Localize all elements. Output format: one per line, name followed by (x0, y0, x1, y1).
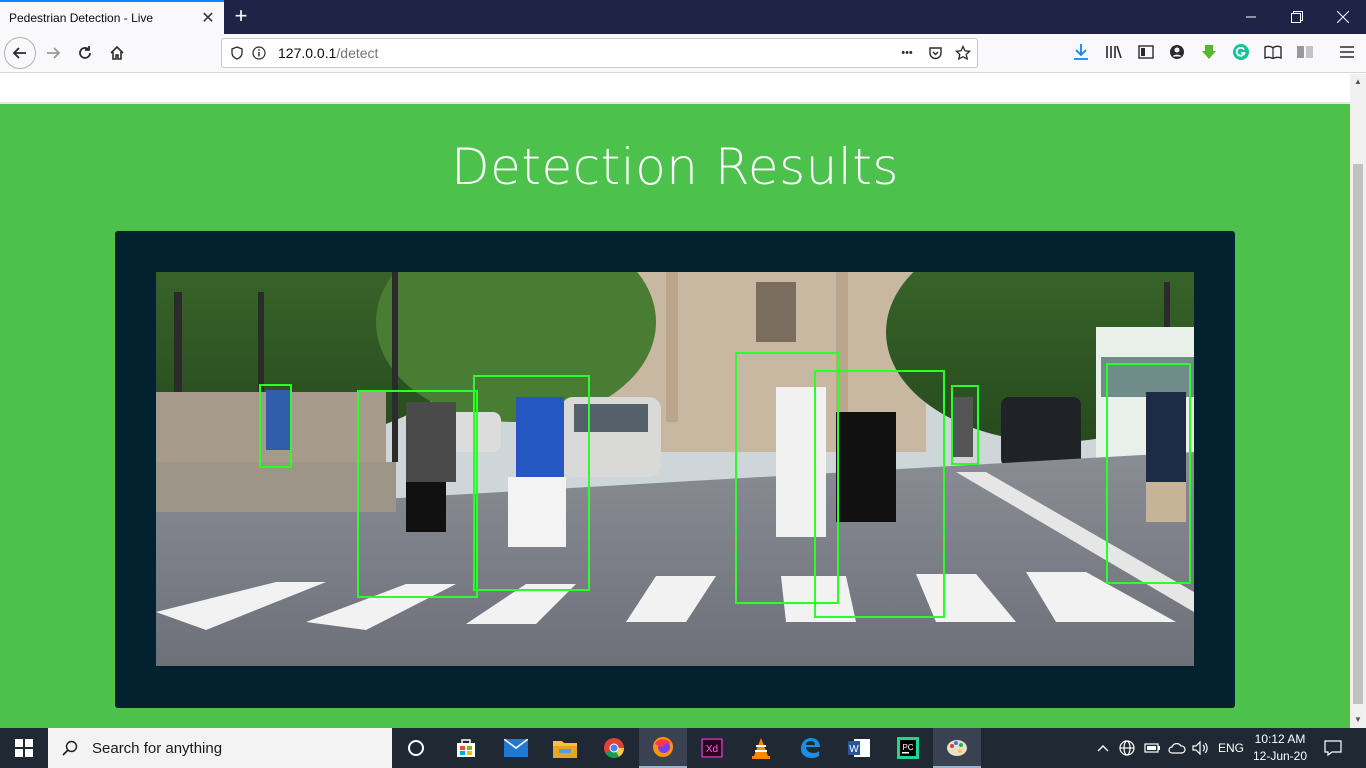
detection-box (814, 370, 945, 618)
detection-result-panel (115, 231, 1235, 708)
url-text: 127.0.0.1/detect (278, 45, 378, 61)
pycharm-icon[interactable]: PC (884, 728, 932, 768)
browser-navbar: 127.0.0.1/detect ••• (0, 34, 1366, 73)
detection-box (951, 385, 979, 465)
info-icon[interactable] (248, 42, 270, 64)
download-helper-icon[interactable] (1198, 41, 1220, 63)
onedrive-icon[interactable] (1168, 728, 1186, 768)
language-indicator[interactable]: ENG (1218, 728, 1244, 768)
detection-result-image (156, 272, 1194, 666)
svg-text:Xd: Xd (706, 744, 718, 755)
home-icon[interactable] (102, 38, 132, 68)
back-arrow-icon[interactable] (4, 37, 36, 69)
chrome-icon[interactable] (590, 728, 638, 768)
detection-box (259, 384, 292, 468)
volume-icon[interactable] (1192, 728, 1210, 768)
windows-taskbar: Search for anything Xd W PC ENG 10:12 AM… (0, 728, 1366, 768)
detection-box (473, 375, 590, 591)
street-scene-image (156, 272, 1194, 666)
clock-date: 12-Jun-20 (1252, 749, 1308, 763)
tab-close-icon[interactable]: ✕ (196, 6, 220, 30)
downloads-icon[interactable] (1070, 41, 1092, 63)
scroll-thumb[interactable] (1353, 164, 1363, 704)
reader-icon[interactable] (1262, 41, 1284, 63)
taskbar-clock[interactable]: 10:12 AM 12-Jun-20 (1244, 731, 1316, 765)
grammarly-icon[interactable] (1230, 41, 1252, 63)
detection-box (1106, 363, 1191, 584)
firefox-icon[interactable] (639, 728, 687, 768)
new-tab-button[interactable]: + (228, 4, 254, 30)
restore-icon[interactable] (1274, 0, 1320, 34)
active-tab[interactable]: Pedestrian Detection - Live ✕ (0, 0, 224, 34)
page-title: Detection Results (451, 138, 899, 196)
page-scrollbar[interactable]: ▲ ▼ (1350, 74, 1366, 728)
reload-icon[interactable] (70, 38, 100, 68)
bookmark-star-icon[interactable] (949, 42, 977, 64)
url-host: 127.0.0.1 (278, 45, 337, 61)
svg-text:W: W (849, 744, 859, 755)
svg-text:PC: PC (902, 743, 913, 752)
menu-icon[interactable] (1336, 41, 1358, 63)
page-actions-icon[interactable]: ••• (893, 42, 921, 64)
shield-icon[interactable] (226, 42, 248, 64)
window-close-icon[interactable] (1320, 0, 1366, 34)
network-globe-icon[interactable] (1119, 728, 1135, 768)
pocket-icon[interactable] (921, 42, 949, 64)
url-path: /detect (336, 45, 379, 61)
word-icon[interactable]: W (835, 728, 883, 768)
extension-icon[interactable] (1294, 41, 1316, 63)
scroll-down-icon[interactable]: ▼ (1350, 712, 1366, 728)
edge-icon[interactable] (786, 728, 834, 768)
page-content: Detection Results (0, 74, 1350, 728)
file-explorer-icon[interactable] (541, 728, 589, 768)
browser-titlebar: Pedestrian Detection - Live ✕ + (0, 0, 1366, 34)
clock-time: 10:12 AM (1254, 732, 1306, 746)
vlc-icon[interactable] (737, 728, 785, 768)
minimize-icon[interactable] (1228, 0, 1274, 34)
sidebar-icon[interactable] (1135, 41, 1157, 63)
address-bar[interactable]: 127.0.0.1/detect ••• (221, 38, 978, 68)
store-icon[interactable] (442, 728, 490, 768)
adobe-xd-icon[interactable]: Xd (688, 728, 736, 768)
windows-start-icon[interactable] (0, 728, 48, 768)
notifications-icon[interactable] (1324, 728, 1342, 768)
tray-chevron-icon[interactable] (1096, 728, 1110, 768)
battery-icon[interactable] (1144, 728, 1162, 768)
detection-box (357, 390, 478, 598)
mail-icon[interactable] (492, 728, 540, 768)
search-placeholder: Search for anything (92, 739, 223, 757)
site-header (0, 74, 1350, 104)
account-icon[interactable] (1166, 41, 1188, 63)
scroll-up-icon[interactable]: ▲ (1350, 74, 1366, 90)
taskbar-search[interactable]: Search for anything (48, 728, 392, 768)
library-icon[interactable] (1103, 41, 1125, 63)
forward-arrow-icon[interactable] (38, 38, 68, 68)
tab-title: Pedestrian Detection - Live (9, 11, 154, 25)
paint-icon[interactable] (933, 728, 981, 768)
cortana-icon[interactable] (392, 728, 440, 768)
search-icon (62, 740, 78, 756)
